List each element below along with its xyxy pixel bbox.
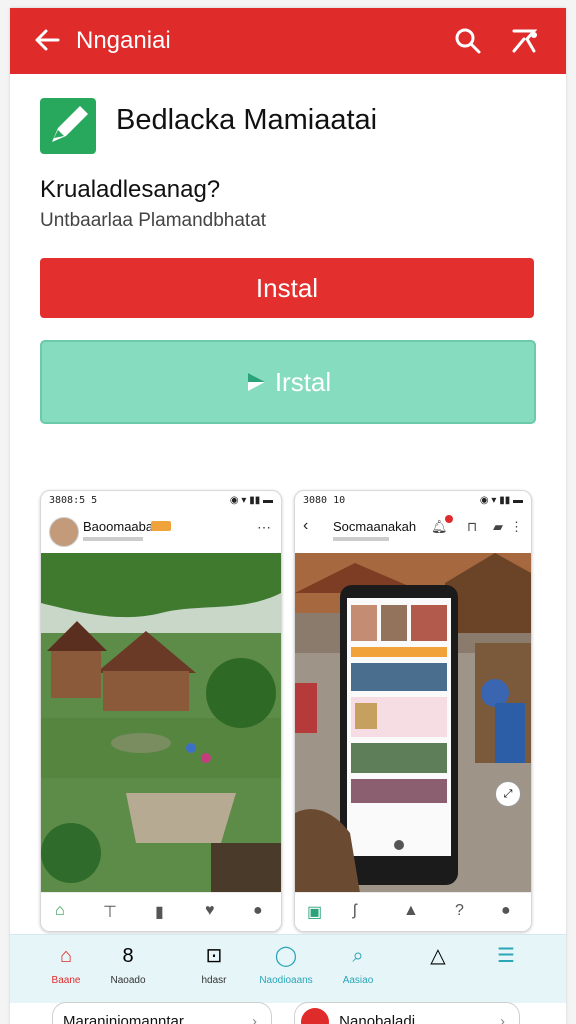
screenshot-garden[interactable]: 3808:5 5 ◉ ▾ ▮▮ ▬ Baoomaabai ⋯ ⌂ ⊤ ▮ ♥ ● <box>40 490 282 932</box>
share-icon[interactable] <box>508 25 540 57</box>
status-icons: ◉ ▾ ▮▮ ▬ <box>229 495 273 506</box>
tab-bag[interactable]: 8 Naoado <box>88 943 168 986</box>
shot-nav: ▣ ʃ ▲ ? ● <box>295 892 531 931</box>
tab-inbox[interactable]: ⊡ hdasr <box>174 943 254 986</box>
chip-1-label: Maraniniomanntar <box>63 1013 184 1024</box>
app-logo-icon <box>40 98 96 154</box>
chevron-right-icon: › <box>252 1013 257 1024</box>
app-page: Nnganiai Bedlacka Mamiaatai Krualadlesan… <box>10 8 566 1024</box>
menu-icon: ☰ <box>497 945 515 967</box>
more-options-icon[interactable]: ⋯ <box>257 519 271 536</box>
dot-icon: ● <box>253 902 263 919</box>
post-header: ‹ Socmaanakah 🔔︎ ⊓ ▰ ⋮ <box>295 509 531 554</box>
link-icon: ʃ <box>353 902 357 919</box>
screen-title: Socmaanakah <box>333 519 417 534</box>
expand-icon[interactable]: ⤢ <box>495 781 521 807</box>
back-chevron-icon[interactable]: ‹ <box>303 517 308 535</box>
share-small-icon[interactable]: ▰ <box>493 519 503 535</box>
avatar <box>49 517 79 547</box>
app-subtitle: Krualadlesanag? <box>40 176 221 203</box>
chat-icon: ◯ <box>274 945 298 967</box>
stats-icon: ▮ <box>155 904 164 921</box>
install-secondary-label: Irstal <box>274 367 332 397</box>
store-icon: ▣ <box>307 904 323 921</box>
install-secondary-button[interactable]: Irstal <box>40 340 536 424</box>
village-photo <box>295 553 531 893</box>
badge-icon <box>151 521 171 531</box>
account-name: Baoomaabai <box>83 519 156 534</box>
subline <box>333 537 389 541</box>
app-name: Bedlacka Mamiaatai <box>116 104 378 136</box>
chip-category-1[interactable]: Maraniniomanntar › <box>52 1002 272 1024</box>
inbox-icon: ⊡ <box>205 945 223 967</box>
status-icons: ◉ ▾ ▮▮ ▬ <box>479 495 523 506</box>
post-header: Baoomaabai ⋯ <box>41 509 281 554</box>
tab-search[interactable]: ⌕ Aasiao <box>318 943 398 986</box>
shot-nav: ⌂ ⊤ ▮ ♥ ● <box>41 892 281 931</box>
search-icon: ⌕ <box>352 945 364 967</box>
app-bar-title: Nnganiai <box>76 27 171 54</box>
garden-photo <box>41 553 281 893</box>
tab-chat-label: Naodioaans <box>259 975 313 986</box>
stats-icon: ▲ <box>403 902 419 919</box>
bookmark-icon[interactable]: ⊓ <box>467 519 477 535</box>
brand-circle-icon <box>301 1008 329 1024</box>
top-app-bar: Nnganiai <box>10 8 566 74</box>
chevron-right-icon: › <box>500 1013 505 1024</box>
back-arrow-icon[interactable] <box>32 24 62 56</box>
bottom-navigation: ⌂ Baane 8 Naoado ⊡ hdasr ◯ Naodioaans ⌕ … <box>10 934 566 1003</box>
tab-search-label: Aasiao <box>342 975 374 986</box>
tab-menu[interactable]: ☰ <box>466 943 546 969</box>
screenshot-village-phone[interactable]: 3080 10 ◉ ▾ ▮▮ ▬ ‹ Socmaanakah 🔔︎ ⊓ ▰ ⋮ <box>294 490 532 932</box>
tab-inbox-label: hdasr <box>201 975 227 986</box>
app-description: Untbaarlaa Plamandbhatat <box>40 210 267 231</box>
status-time: 3808:5 5 <box>49 495 98 506</box>
tab-chat[interactable]: ◯ Naodioaans <box>246 943 326 986</box>
subline <box>83 537 143 541</box>
bag-icon: 8 <box>122 945 134 967</box>
tab-bag-label: Naoado <box>110 975 146 986</box>
install-button[interactable]: Instal <box>40 258 534 318</box>
search-icon[interactable] <box>452 25 484 57</box>
notification-dot <box>445 515 453 523</box>
chip-2-label: Nanobaladi <box>339 1013 416 1024</box>
more-vert-icon[interactable]: ⋮ <box>510 519 523 535</box>
tag-icon: ⊤ <box>103 904 117 921</box>
play-store-icon <box>245 344 267 424</box>
home-icon: ⌂ <box>55 902 65 919</box>
heart-icon: ♥ <box>205 902 215 919</box>
dot-icon: ● <box>501 902 511 919</box>
chip-category-2[interactable]: Nanobaladi › <box>294 1002 520 1024</box>
status-time: 3080 10 <box>303 495 346 506</box>
help-icon: ? <box>455 902 464 919</box>
